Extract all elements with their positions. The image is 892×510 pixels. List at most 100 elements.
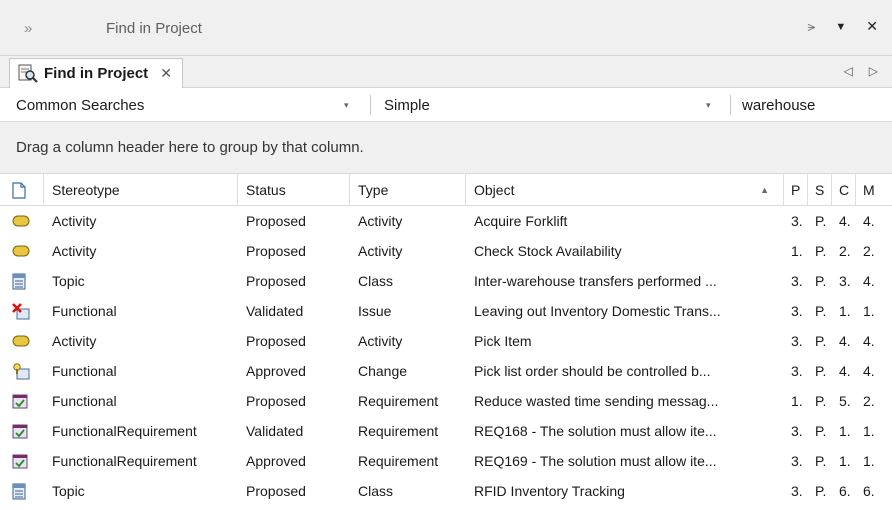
cell-s: P.: [815, 483, 827, 499]
cell-type: Change: [358, 363, 408, 379]
cell-object: Inter-warehouse transfers performed ...: [474, 273, 717, 289]
search-mode-select[interactable]: Simple: [384, 88, 684, 122]
cell-c: 3.: [839, 273, 851, 289]
activity-icon: [0, 206, 44, 236]
cell-c: 5.: [839, 393, 851, 409]
cell-p: 3.: [791, 273, 803, 289]
cell-p: 3.: [791, 333, 803, 349]
search-category-value: Common Searches: [16, 96, 145, 114]
cell-m: 2.: [863, 393, 875, 409]
table-row[interactable]: Functional Approved Change Pick list order …: [0, 356, 892, 386]
cell-m: 6.: [863, 483, 875, 499]
search-term-input[interactable]: warehouse: [742, 88, 882, 122]
cell-object: Pick Item: [474, 333, 532, 349]
topic-icon: [0, 476, 44, 506]
table-row[interactable]: Functional Proposed Requirement Reduce wast…: [0, 386, 892, 416]
cell-p: 1.: [791, 243, 803, 259]
column-header-c[interactable]: C: [832, 174, 856, 206]
cell-object: Pick list order should be controlled b..…: [474, 363, 711, 379]
table-row[interactable]: Activity Proposed Activity Pick Item 3. P. 4. 4…: [0, 326, 892, 356]
cell-m: 4.: [863, 333, 875, 349]
cell-type: Issue: [358, 303, 392, 319]
cell-s: P.: [815, 333, 827, 349]
cell-status: Proposed: [246, 243, 306, 259]
cell-stereotype: FunctionalRequirement: [52, 453, 197, 469]
table-row[interactable]: Topic Proposed Class RFID Inventory Trackin…: [0, 476, 892, 506]
cell-stereotype: FunctionalRequirement: [52, 423, 197, 439]
cell-object: REQ168 - The solution must allow ite...: [474, 423, 717, 439]
cell-c: 4.: [839, 213, 851, 229]
cell-s: P.: [815, 303, 827, 319]
search-mode-value: Simple: [384, 96, 430, 114]
cell-status: Proposed: [246, 393, 306, 409]
search-category-select[interactable]: Common Searches: [16, 88, 336, 122]
cell-stereotype: Functional: [52, 363, 117, 379]
cell-p: 3.: [791, 483, 803, 499]
cell-stereotype: Activity: [52, 213, 97, 229]
column-header-object[interactable]: Object ▲: [466, 174, 784, 206]
cell-stereotype: Functional: [52, 393, 117, 409]
chevron-down-icon[interactable]: ▾: [706, 100, 711, 111]
table-row[interactable]: FunctionalRequirement Validated Requiremen…: [0, 416, 892, 446]
cell-status: Proposed: [246, 483, 306, 499]
cell-object: Check Stock Availability: [474, 243, 622, 259]
cell-status: Approved: [246, 363, 306, 379]
group-by-area[interactable]: Drag a column header here to group by th…: [0, 122, 892, 174]
cell-status: Validated: [246, 303, 304, 319]
group-by-hint: Drag a column header here to group by th…: [16, 139, 364, 156]
requirement-icon: [0, 386, 44, 416]
activity-icon: [0, 326, 44, 356]
search-term-value: warehouse: [742, 96, 816, 114]
sort-ascending-icon: ▲: [760, 185, 769, 195]
table-row[interactable]: Activity Proposed Activity Acquire Forklift…: [0, 206, 892, 236]
collapse-panel-icon[interactable]: »: [24, 20, 32, 37]
cell-c: 1.: [839, 303, 851, 319]
requirement-icon: [0, 446, 44, 476]
cell-c: 6.: [839, 483, 851, 499]
cell-stereotype: Functional: [52, 303, 117, 319]
column-header-m[interactable]: M: [856, 174, 892, 206]
tab-prev-icon[interactable]: ◁: [844, 64, 853, 78]
cell-type: Activity: [358, 243, 403, 259]
column-header-row: Stereotype Status Type Object ▲ P S C M: [0, 174, 892, 206]
document-icon: [12, 181, 26, 199]
panel-title: Find in Project: [106, 20, 202, 37]
table-row[interactable]: FunctionalRequirement Approved Requirement…: [0, 446, 892, 476]
cell-p: 3.: [791, 453, 803, 469]
cell-type: Activity: [358, 333, 403, 349]
chevron-down-icon[interactable]: ▾: [344, 100, 349, 111]
column-header-icon[interactable]: [0, 174, 44, 206]
cell-type: Requirement: [358, 453, 439, 469]
cell-c: 1.: [839, 453, 851, 469]
cell-s: P.: [815, 423, 827, 439]
table-row[interactable]: Topic Proposed Class Inter-warehouse transf…: [0, 266, 892, 296]
tab-find-in-project[interactable]: Find in Project ✕: [9, 58, 183, 88]
cell-status: Approved: [246, 453, 306, 469]
window-menu-icon[interactable]: ▼: [835, 21, 846, 33]
cell-m: 2.: [863, 243, 875, 259]
column-header-stereotype[interactable]: Stereotype: [44, 174, 238, 206]
cell-status: Proposed: [246, 333, 306, 349]
column-header-s[interactable]: S: [808, 174, 832, 206]
search-bar: Common Searches ▾ Simple ▾ warehouse: [0, 88, 892, 122]
column-header-type[interactable]: Type: [350, 174, 466, 206]
cell-s: P.: [815, 213, 827, 229]
cell-type: Class: [358, 483, 394, 499]
cell-object: Leaving out Inventory Domestic Trans...: [474, 303, 721, 319]
cell-s: P.: [815, 273, 827, 289]
table-row[interactable]: Functional Validated Issue Leaving out Inve…: [0, 296, 892, 326]
tab-next-icon[interactable]: ▷: [869, 64, 878, 78]
column-header-p[interactable]: P: [784, 174, 808, 206]
close-tab-icon[interactable]: ✕: [160, 65, 172, 82]
tab-navigation: ◁ ▷: [844, 64, 878, 78]
cell-stereotype: Activity: [52, 243, 97, 259]
column-header-status[interactable]: Status: [238, 174, 350, 206]
auto-hide-icon[interactable]: ⪫: [807, 18, 815, 35]
cell-m: 4.: [863, 213, 875, 229]
find-in-project-icon: [18, 64, 38, 84]
table-row[interactable]: Activity Proposed Activity Check Stock Avai…: [0, 236, 892, 266]
close-panel-icon[interactable]: ✕: [866, 18, 878, 35]
cell-status: Proposed: [246, 273, 306, 289]
cell-c: 4.: [839, 333, 851, 349]
tab-strip: Find in Project ✕ ◁ ▷: [0, 56, 892, 88]
